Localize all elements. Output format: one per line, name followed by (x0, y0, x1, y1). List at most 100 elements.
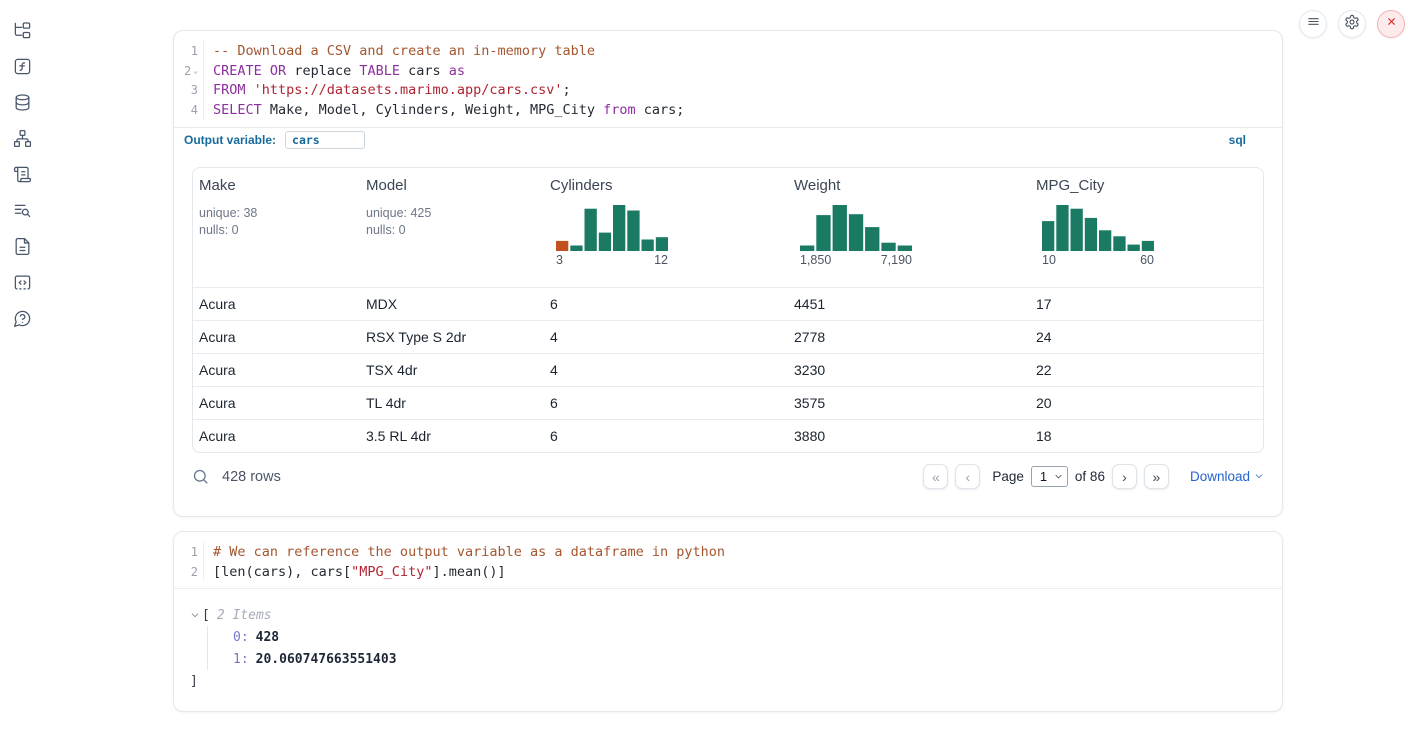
code-token: [len(cars), cars[ (213, 564, 351, 580)
line-number: 3 (174, 80, 204, 100)
table-row[interactable]: Acura3.5 RL 4dr6388018 (193, 419, 1263, 452)
table-cell: 4 (544, 354, 788, 386)
database-icon (13, 93, 32, 117)
shutdown-button[interactable] (1377, 10, 1405, 38)
code-text: -- Download a CSV and create an in-memor… (204, 43, 595, 59)
table-row[interactable]: AcuraMDX6445117 (193, 287, 1263, 320)
unique-count: unique: 425 (366, 205, 536, 222)
sidebar-dependencies-button[interactable] (12, 131, 32, 150)
code-line: 2[len(cars), cars["MPG_City"].mean()] (174, 562, 1282, 582)
close-bracket: ] (190, 674, 198, 689)
sidebar-documentation-button[interactable] (12, 239, 32, 258)
chevron-down-icon (1054, 469, 1063, 484)
row-count-label: 428 rows (222, 469, 281, 485)
line-number: 1 (174, 41, 204, 61)
table-cell: 2778 (788, 321, 1030, 353)
table-cell: 24 (1030, 321, 1263, 353)
code-token: # We can reference the output variable a… (213, 544, 725, 560)
code-line: 3FROM 'https://datasets.marimo.app/cars.… (174, 80, 1282, 100)
table-row[interactable]: AcuraTL 4dr6357520 (193, 386, 1263, 419)
fold-chevron-icon[interactable]: ⌄ (193, 66, 198, 75)
column-header-model[interactable]: Modelunique: 425nulls: 0 (360, 168, 544, 287)
previous-page-button[interactable]: ‹ (955, 464, 980, 489)
page-select[interactable]: 1 (1031, 466, 1068, 487)
histogram-axis-labels: 312 (556, 253, 668, 267)
code-snippet-icon (13, 273, 32, 297)
table-cell: 3.5 RL 4dr (360, 420, 544, 452)
table-cell: 6 (544, 420, 788, 452)
sidebar-scratchpad-button[interactable] (12, 167, 32, 186)
notebook-menu-button[interactable] (1299, 10, 1327, 38)
code-token: SELECT (213, 102, 262, 118)
settings-button[interactable] (1338, 10, 1366, 38)
output-variable-row: Output variable: sql (174, 127, 1282, 153)
chevron-down-icon[interactable] (190, 610, 202, 620)
table-row[interactable]: AcuraRSX Type S 2dr4277824 (193, 320, 1263, 353)
column-name: Cylinders (550, 177, 780, 194)
python-code-editor[interactable]: 1 # We can reference the output variable … (174, 532, 1282, 588)
column-histogram (800, 201, 1022, 251)
code-line: 4SELECT Make, Model, Cylinders, Weight, … (174, 100, 1282, 120)
code-line: 2⌄CREATE OR replace TABLE cars as (174, 61, 1282, 81)
column-header-mpg_city[interactable]: MPG_City1060 (1030, 168, 1263, 287)
column-header-cylinders[interactable]: Cylinders 312 (544, 168, 788, 287)
notebook-actions-toolbar (1299, 10, 1405, 38)
histogram-bar (1042, 221, 1054, 251)
histogram-bar (627, 210, 639, 251)
table-cell: 4 (544, 321, 788, 353)
sidebar-snippets-button[interactable] (12, 275, 32, 294)
line-number: 1 (174, 542, 204, 562)
function-square-icon (13, 57, 32, 81)
table-cell: Acura (193, 387, 360, 419)
sidebar-functions-button[interactable] (12, 59, 32, 78)
code-token: cars (400, 63, 449, 79)
column-header-weight[interactable]: Weight1,8507,190 (788, 168, 1030, 287)
help-circle-icon (13, 309, 32, 333)
histogram-bar (570, 245, 582, 251)
column-header-make[interactable]: Makeunique: 38nulls: 0 (193, 168, 360, 287)
sidebar-logs-button[interactable] (12, 203, 32, 222)
sidebar-files-button[interactable] (12, 23, 32, 42)
table-cell: 17 (1030, 288, 1263, 320)
histogram-bar (1085, 218, 1097, 251)
search-icon[interactable] (192, 468, 209, 485)
next-page-button[interactable]: › (1112, 464, 1137, 489)
code-token (246, 82, 254, 98)
table-header-row: Makeunique: 38nulls: 0Modelunique: 425nu… (193, 168, 1263, 287)
scroll-icon (13, 165, 32, 189)
column-histogram (556, 201, 780, 251)
code-token: CREATE (213, 63, 262, 79)
null-count: nulls: 0 (366, 222, 536, 239)
histogram-bar (898, 245, 912, 251)
entry-key: 1: (233, 652, 249, 667)
table-cell: 20 (1030, 387, 1263, 419)
open-bracket: [ (202, 608, 210, 623)
column-stats: unique: 38nulls: 0 (199, 205, 352, 239)
code-token: as (449, 63, 465, 79)
entry-value: 428 (256, 630, 279, 645)
page-count-label: of 86 (1075, 469, 1105, 484)
sidebar-help-button[interactable] (12, 311, 32, 330)
last-page-button[interactable]: » (1144, 464, 1169, 489)
code-text: CREATE OR replace TABLE cars as (204, 63, 465, 79)
sql-code-editor[interactable]: 1-- Download a CSV and create an in-memo… (174, 31, 1282, 127)
output-variable-input[interactable] (285, 131, 365, 149)
page-select-value: 1 (1040, 469, 1047, 484)
table-cell: Acura (193, 420, 360, 452)
sidebar-datasources-button[interactable] (12, 95, 32, 114)
first-page-button[interactable]: « (923, 464, 948, 489)
download-button[interactable]: Download (1190, 469, 1264, 484)
histogram-bar (800, 245, 814, 251)
histogram-bar (881, 242, 895, 250)
table-row[interactable]: AcuraTSX 4dr4323022 (193, 353, 1263, 386)
code-text: FROM 'https://datasets.marimo.app/cars.c… (204, 82, 571, 98)
tree-entry: 1:20.060747663551403 (233, 648, 1282, 670)
histogram-bar (849, 214, 863, 251)
table-footer: 428 rows « ‹ Page 1 of 86 › » Download (174, 454, 1282, 500)
pagination-controls: « ‹ Page 1 of 86 › » Download (923, 464, 1264, 489)
python-output-tree: [2 Items0:4281:20.060747663551403] (174, 588, 1282, 692)
line-number: 2⌄ (174, 61, 204, 81)
table-cell: 22 (1030, 354, 1263, 386)
line-number: 4 (174, 100, 204, 120)
table-cell: 3230 (788, 354, 1030, 386)
